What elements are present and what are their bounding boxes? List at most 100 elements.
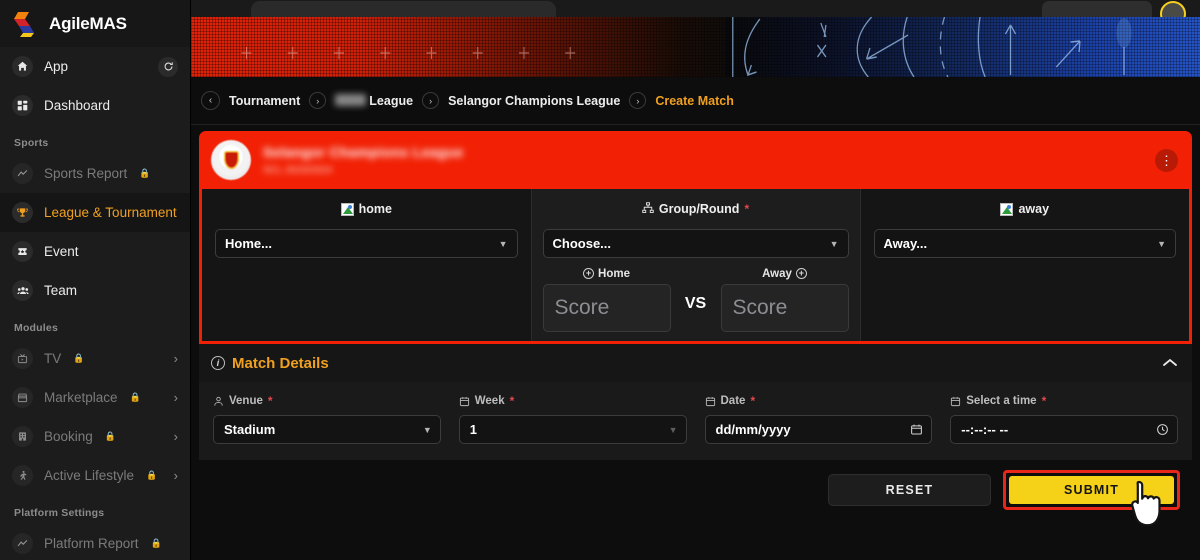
form-actions: RESET SUBMIT bbox=[199, 460, 1192, 527]
breadcrumb-item-league-label: League bbox=[369, 94, 414, 108]
brand-name: AgileMAS bbox=[49, 13, 127, 33]
sidebar-item-event[interactable]: Event bbox=[0, 232, 190, 271]
info-circle-icon: i bbox=[211, 356, 225, 370]
sidebar-item-dashboard-label: Dashboard bbox=[44, 98, 111, 113]
home-team-label-text: home bbox=[358, 202, 392, 216]
tv-icon bbox=[12, 348, 33, 369]
redaction-block bbox=[335, 94, 367, 106]
brand[interactable]: AgileMAS bbox=[0, 0, 190, 47]
sidebar-item-app-label: App bbox=[44, 59, 69, 74]
venue-field: Venue * Stadium ▼ bbox=[213, 394, 441, 444]
people-icon bbox=[12, 280, 33, 301]
home-icon bbox=[12, 56, 33, 77]
sidebar-item-dashboard[interactable]: Dashboard bbox=[0, 86, 190, 125]
sidebar-item-tv[interactable]: TV 🔒 › bbox=[0, 339, 190, 378]
circle-plus-icon[interactable]: + bbox=[795, 268, 807, 279]
match-teams-row: home Home... ▼ Group/Round * Choose... ▼… bbox=[199, 189, 1192, 344]
chevron-left-icon[interactable]: ‹ bbox=[201, 91, 220, 110]
chevron-down-icon: ▼ bbox=[1157, 238, 1166, 249]
breadcrumb-item-tournament[interactable]: Tournament bbox=[229, 94, 300, 108]
sidebar-item-booking-label: Booking bbox=[44, 429, 93, 444]
breadcrumb-separator: › bbox=[629, 92, 647, 109]
chevron-down-icon: ▼ bbox=[668, 424, 678, 435]
calendar-icon bbox=[950, 396, 961, 407]
venue-select[interactable]: Stadium ▼ bbox=[213, 415, 441, 444]
chevron-up-icon[interactable] bbox=[1162, 356, 1178, 371]
breadcrumb: ‹ Tournament › League › Selangor Champio… bbox=[191, 77, 1200, 125]
sidebar-item-team[interactable]: Team bbox=[0, 271, 190, 310]
global-topbar bbox=[191, 0, 1200, 27]
sidebar-item-team-label: Team bbox=[44, 283, 78, 298]
create-match-card: Selangor Champions League SCL 2023/2024 … bbox=[199, 131, 1192, 527]
calendar-icon bbox=[705, 396, 716, 407]
calendar-picker-icon[interactable] bbox=[910, 423, 923, 436]
venue-value: Stadium bbox=[224, 422, 276, 437]
away-team-column: away Away... ▼ bbox=[861, 189, 1190, 341]
group-round-select-value: Choose... bbox=[552, 236, 612, 251]
date-label: Date * bbox=[705, 394, 933, 408]
group-round-column: Group/Round * Choose... ▼ + Home Score V… bbox=[530, 189, 861, 341]
away-score-input[interactable]: Score bbox=[720, 284, 849, 332]
chevron-down-icon: ▼ bbox=[422, 424, 432, 435]
breadcrumb-item-league[interactable]: League bbox=[335, 93, 413, 108]
sidebar-section-sports: Sports bbox=[14, 137, 49, 149]
away-score-block: Away + Score bbox=[720, 266, 849, 332]
match-details-title: Match Details bbox=[232, 354, 329, 372]
week-label: Week * bbox=[459, 394, 687, 408]
breadcrumb-separator: › bbox=[309, 92, 327, 109]
away-score-placeholder: Score bbox=[732, 296, 788, 319]
home-score-block: + Home Score bbox=[542, 266, 671, 332]
league-header: Selangor Champions League SCL 2023/2024 … bbox=[199, 131, 1192, 189]
trophy-icon bbox=[12, 202, 33, 223]
sidebar-item-sports-report[interactable]: Sports Report 🔒 bbox=[0, 154, 190, 193]
circle-plus-icon[interactable]: + bbox=[583, 268, 595, 279]
time-field: Select a time * --:--:-- -- bbox=[950, 394, 1178, 444]
group-round-select[interactable]: Choose... ▼ bbox=[542, 229, 849, 258]
sidebar-item-marketplace[interactable]: Marketplace 🔒 › bbox=[0, 378, 190, 417]
lock-icon: 🔒 bbox=[73, 353, 85, 363]
sidebar-item-league-tournament[interactable]: League & Tournament bbox=[0, 193, 190, 232]
home-team-label: home bbox=[215, 200, 518, 218]
league-header-text: Selangor Champions League SCL 2023/2024 bbox=[263, 144, 463, 176]
match-details-header[interactable]: i Match Details bbox=[199, 344, 1192, 382]
date-input[interactable]: dd/mm/yyyy bbox=[704, 415, 933, 444]
away-team-select[interactable]: Away... ▼ bbox=[873, 229, 1176, 258]
week-select[interactable]: 1 ▼ bbox=[458, 415, 687, 444]
more-vertical-icon[interactable]: ⋮ bbox=[1155, 148, 1178, 172]
grid-icon bbox=[12, 95, 33, 116]
score-row: + Home Score VS Away + Score bbox=[542, 266, 849, 332]
time-label: Select a time * bbox=[950, 394, 1178, 408]
sidebar-item-platform-report[interactable]: Platform Report 🔒 bbox=[0, 524, 190, 560]
lock-icon: 🔒 bbox=[129, 392, 141, 402]
breadcrumb-item-selangor-champions-league[interactable]: Selangor Champions League bbox=[448, 94, 620, 108]
pointer-hand-cursor bbox=[1131, 480, 1161, 527]
sidebar-nav: App Dashboard Sports Sports Report 🔒 Lea… bbox=[0, 47, 190, 560]
sidebar-item-active-lifestyle[interactable]: Active Lifestyle 🔒 › bbox=[0, 456, 190, 495]
refresh-icon[interactable] bbox=[158, 56, 178, 77]
lock-icon: 🔒 bbox=[139, 168, 151, 178]
venue-label-text: Venue bbox=[229, 395, 263, 407]
sidebar-item-active-lifestyle-label: Active Lifestyle bbox=[44, 468, 135, 483]
lock-icon: 🔒 bbox=[104, 431, 117, 441]
store-icon bbox=[12, 387, 33, 408]
sidebar-item-booking[interactable]: Booking 🔒 › bbox=[0, 417, 190, 456]
app-root: AgileMAS App Dashboard Sports Sports Rep… bbox=[0, 0, 1200, 560]
home-score-input[interactable]: Score bbox=[542, 284, 671, 332]
clock-icon[interactable] bbox=[1156, 423, 1169, 436]
time-input[interactable]: --:--:-- -- bbox=[950, 415, 1178, 444]
chevron-down-icon: ▼ bbox=[498, 238, 508, 249]
submit-button-highlight: SUBMIT bbox=[1003, 470, 1180, 527]
sidebar-section-modules: Modules bbox=[14, 322, 58, 334]
sidebar-item-app[interactable]: App bbox=[0, 47, 190, 86]
away-team-select-value: Away... bbox=[883, 236, 928, 251]
required-mark: * bbox=[509, 394, 515, 408]
week-label-text: Week bbox=[474, 395, 505, 407]
home-team-select[interactable]: Home... ▼ bbox=[215, 229, 518, 258]
away-score-label: Away + bbox=[721, 266, 849, 281]
reset-button[interactable]: RESET bbox=[828, 474, 991, 506]
breadcrumb-item-create-match: Create Match bbox=[655, 93, 734, 108]
sidebar-item-league-tournament-label: League & Tournament bbox=[44, 205, 177, 220]
sidebar-section-platform-settings: Platform Settings bbox=[14, 507, 105, 519]
week-field: Week * 1 ▼ bbox=[458, 394, 687, 444]
hero-banner bbox=[191, 17, 1200, 77]
